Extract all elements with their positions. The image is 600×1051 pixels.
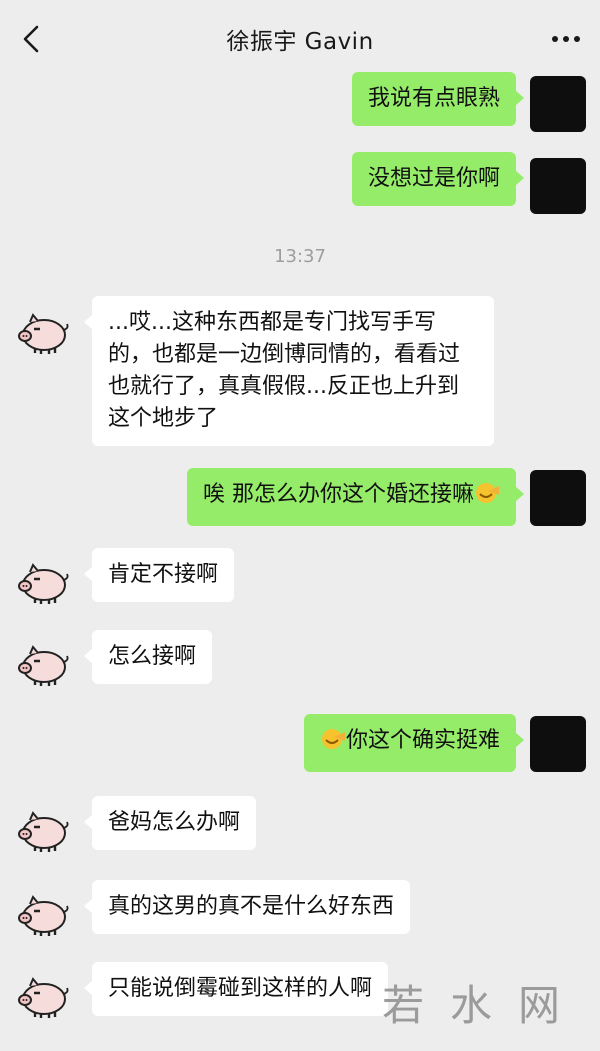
pig-icon bbox=[14, 552, 70, 608]
message-bubble[interactable]: 爸妈怎么办啊 bbox=[83, 796, 257, 850]
message-list: 我说有点眼熟 没想过是你啊 13:37 ...哎...这种东西都是专门找写手写的… bbox=[0, 0, 600, 1051]
contact-avatar[interactable] bbox=[14, 634, 70, 690]
message-bubble[interactable]: 我说有点眼熟 bbox=[351, 72, 525, 126]
message-bubble[interactable]: 真的这男的真不是什么好东西 bbox=[83, 880, 411, 934]
message-text: 我说有点眼熟 bbox=[367, 86, 500, 111]
message-bubble[interactable]: 怎么接啊 bbox=[83, 630, 213, 684]
facepalm-emoji-icon bbox=[474, 481, 500, 515]
message-text: 唉 那怎么办你这个婚还接嘛 bbox=[203, 482, 474, 507]
self-avatar[interactable] bbox=[530, 470, 586, 526]
pig-icon bbox=[14, 966, 70, 1022]
contact-avatar[interactable] bbox=[14, 302, 70, 358]
message-text: 真的这男的真不是什么好东西 bbox=[108, 894, 395, 919]
site-watermark: 若水网 bbox=[381, 981, 586, 1030]
facepalm-emoji-icon bbox=[320, 727, 346, 761]
message-bubble[interactable]: ...哎...这种东西都是专门找写手写的，也都是一边倒博同情的，看看过也就行了，… bbox=[84, 296, 494, 446]
self-avatar[interactable] bbox=[530, 716, 586, 772]
pig-icon bbox=[14, 800, 70, 856]
message-text: 肯定不接啊 bbox=[108, 562, 219, 587]
message-text: 没想过是你啊 bbox=[367, 166, 500, 191]
message-bubble[interactable]: 肯定不接啊 bbox=[83, 548, 235, 602]
message-text: 只能说倒霉碰到这样的人啊 bbox=[108, 976, 373, 1001]
pig-icon bbox=[14, 634, 70, 690]
contact-avatar[interactable] bbox=[14, 800, 70, 856]
message-text: 爸妈怎么办啊 bbox=[108, 810, 241, 835]
message-text: ...哎...这种东西都是专门找写手写的，也都是一边倒博同情的，看看过也就行了，… bbox=[108, 310, 461, 431]
message-bubble[interactable]: 没想过是你啊 bbox=[351, 152, 525, 206]
message-text: 怎么接啊 bbox=[108, 644, 197, 669]
message-bubble[interactable]: 唉 那怎么办你这个婚还接嘛 bbox=[187, 468, 524, 526]
message-bubble[interactable]: 你这个确实挺难 bbox=[303, 714, 525, 772]
pig-icon bbox=[14, 302, 70, 358]
contact-avatar[interactable] bbox=[14, 884, 70, 940]
self-avatar[interactable] bbox=[530, 158, 586, 214]
self-avatar[interactable] bbox=[530, 76, 586, 132]
message-timestamp: 13:37 bbox=[274, 246, 326, 267]
pig-icon bbox=[14, 884, 70, 940]
contact-avatar[interactable] bbox=[14, 966, 70, 1022]
contact-avatar[interactable] bbox=[14, 552, 70, 608]
message-bubble[interactable]: 只能说倒霉碰到这样的人啊 bbox=[83, 962, 389, 1016]
message-text: 你这个确实挺难 bbox=[345, 728, 500, 753]
